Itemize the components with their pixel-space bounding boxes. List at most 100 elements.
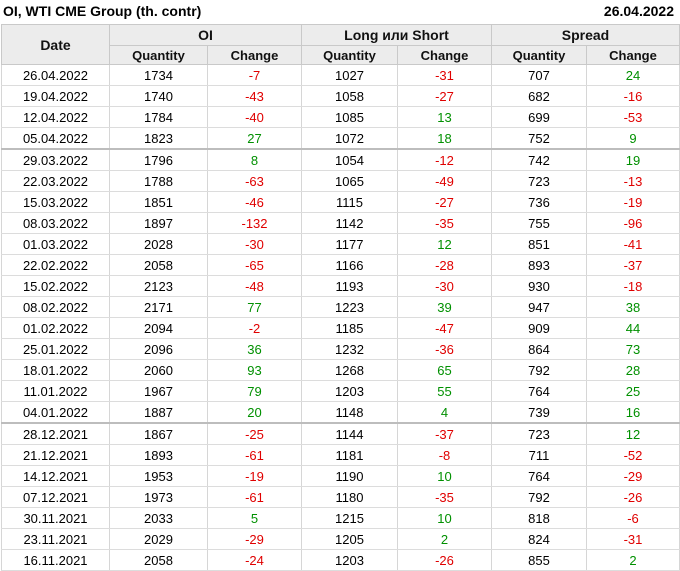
long-short-change-cell: 65 (397, 359, 492, 381)
oi-quantity-cell: 2123 (109, 275, 208, 297)
long-short-change-cell: -26 (397, 549, 492, 571)
long-short-quantity-cell: 1223 (301, 296, 398, 318)
date-cell: 01.02.2022 (1, 317, 110, 339)
date-cell: 01.03.2022 (1, 233, 110, 255)
spread-quantity-cell: 711 (491, 444, 587, 466)
oi-quantity-cell: 1784 (109, 106, 208, 128)
date-cell: 26.04.2022 (1, 64, 110, 86)
oi-change-cell: 36 (207, 338, 302, 360)
oi-change-cell: -65 (207, 254, 302, 276)
spread-quantity-cell: 824 (491, 528, 587, 550)
oi-quantity-cell: 1740 (109, 85, 208, 107)
spread-quantity-cell: 707 (491, 64, 587, 86)
spread-change-cell: 28 (586, 359, 680, 381)
spread-change-cell: 25 (586, 380, 680, 402)
table-row: 23.11.2021 2029 -29 1205 2 824 -31 (1, 528, 680, 550)
long-short-quantity-cell: 1148 (301, 401, 398, 424)
spread-change-cell: 2 (586, 549, 680, 571)
spread-change-cell: 24 (586, 64, 680, 86)
spread-quantity-cell: 792 (491, 359, 587, 381)
long-short-change-cell: -37 (397, 422, 492, 445)
oi-quantity-cell: 1973 (109, 486, 208, 508)
table-row: 08.03.2022 1897 -132 1142 -35 755 -96 (1, 212, 680, 234)
long-short-group-header: Long или Short (301, 24, 492, 46)
spread-change-cell: -16 (586, 85, 680, 107)
long-short-change-cell: 10 (397, 507, 492, 529)
table-row: 18.01.2022 2060 93 1268 65 792 28 (1, 359, 680, 381)
long-short-change-cell: -35 (397, 486, 492, 508)
oi-change-cell: 77 (207, 296, 302, 318)
oi-quantity-cell: 1887 (109, 401, 208, 424)
long-short-quantity-cell: 1027 (301, 64, 398, 86)
oi-quantity-cell: 1893 (109, 444, 208, 466)
spread-quantity-cell: 755 (491, 212, 587, 234)
long-short-quantity-cell: 1115 (301, 191, 398, 213)
table-row: 19.04.2022 1740 -43 1058 -27 682 -16 (1, 85, 680, 107)
table-row: 29.03.2022 1796 8 1054 -12 742 19 (1, 148, 680, 171)
long-short-change-cell: 39 (397, 296, 492, 318)
table-row: 28.12.2021 1867 -25 1144 -37 723 12 (1, 422, 680, 445)
long-short-change-cell: -35 (397, 212, 492, 234)
oi-change-cell: -61 (207, 444, 302, 466)
spread-quantity-cell: 893 (491, 254, 587, 276)
long-short-quantity-cell: 1072 (301, 127, 398, 150)
table-row: 08.02.2022 2171 77 1223 39 947 38 (1, 296, 680, 318)
long-short-change-cell: 55 (397, 380, 492, 402)
long-short-quantity-cell: 1215 (301, 507, 398, 529)
long-short-quantity-cell: 1054 (301, 148, 398, 171)
table-row: 21.12.2021 1893 -61 1181 -8 711 -52 (1, 444, 680, 466)
date-cell: 19.04.2022 (1, 85, 110, 107)
spread-quantity-cell: 723 (491, 170, 587, 192)
date-cell: 22.03.2022 (1, 170, 110, 192)
oi-quantity-cell: 1788 (109, 170, 208, 192)
table-row: 25.01.2022 2096 36 1232 -36 864 73 (1, 338, 680, 360)
table-row: 15.02.2022 2123 -48 1193 -30 930 -18 (1, 275, 680, 297)
long-short-quantity-cell: 1166 (301, 254, 398, 276)
table-row: 04.01.2022 1887 20 1148 4 739 16 (1, 401, 680, 424)
date-cell: 07.12.2021 (1, 486, 110, 508)
spread-change-cell: 44 (586, 317, 680, 339)
spread-change-cell: -96 (586, 212, 680, 234)
long-short-change-cell: -49 (397, 170, 492, 192)
oi-quantity-cell: 2029 (109, 528, 208, 550)
spread-quantity-cell: 736 (491, 191, 587, 213)
long-short-quantity-cell: 1203 (301, 380, 398, 402)
spread-change-cell: 38 (586, 296, 680, 318)
spread-change-cell: -31 (586, 528, 680, 550)
oi-change-cell: -132 (207, 212, 302, 234)
oi-quantity-cell: 1823 (109, 127, 208, 150)
spread-quantity-cell: 752 (491, 127, 587, 150)
long-short-quantity-cell: 1181 (301, 444, 398, 466)
oi-quantity-cell: 1734 (109, 64, 208, 86)
spread-quantity-cell: 682 (491, 85, 587, 107)
long-short-quantity-cell: 1203 (301, 549, 398, 571)
report-date: 26.04.2022 (603, 3, 674, 19)
table-row: 01.03.2022 2028 -30 1177 12 851 -41 (1, 233, 680, 255)
long-short-quantity-cell: 1177 (301, 233, 398, 255)
spread-change-cell: 16 (586, 401, 680, 424)
oi-quantity-cell: 2094 (109, 317, 208, 339)
date-cell: 23.11.2021 (1, 528, 110, 550)
table-row: 15.03.2022 1851 -46 1115 -27 736 -19 (1, 191, 680, 213)
spread-change-cell: 73 (586, 338, 680, 360)
oi-quantity-cell: 1953 (109, 465, 208, 487)
oi-quantity-cell: 1897 (109, 212, 208, 234)
spread-change-cell: -18 (586, 275, 680, 297)
date-cell: 25.01.2022 (1, 338, 110, 360)
date-header: Date (1, 24, 110, 65)
long-short-change-cell: -30 (397, 275, 492, 297)
spread-change-cell: -37 (586, 254, 680, 276)
spread-change-cell: -41 (586, 233, 680, 255)
oi-quantity-cell: 2060 (109, 359, 208, 381)
long-short-quantity-cell: 1190 (301, 465, 398, 487)
table-row: 26.04.2022 1734 -7 1027 -31 707 24 (1, 64, 680, 86)
oi-change-header: Change (207, 45, 302, 65)
long-short-change-cell: -27 (397, 191, 492, 213)
spread-change-cell: -19 (586, 191, 680, 213)
spread-quantity-cell: 909 (491, 317, 587, 339)
long-short-quantity-header: Quantity (301, 45, 398, 65)
oi-quantity-cell: 1851 (109, 191, 208, 213)
date-cell: 18.01.2022 (1, 359, 110, 381)
table-body: 26.04.2022 1734 -7 1027 -31 707 24 19.04.2022 17… (1, 64, 680, 571)
long-short-change-cell: -27 (397, 85, 492, 107)
